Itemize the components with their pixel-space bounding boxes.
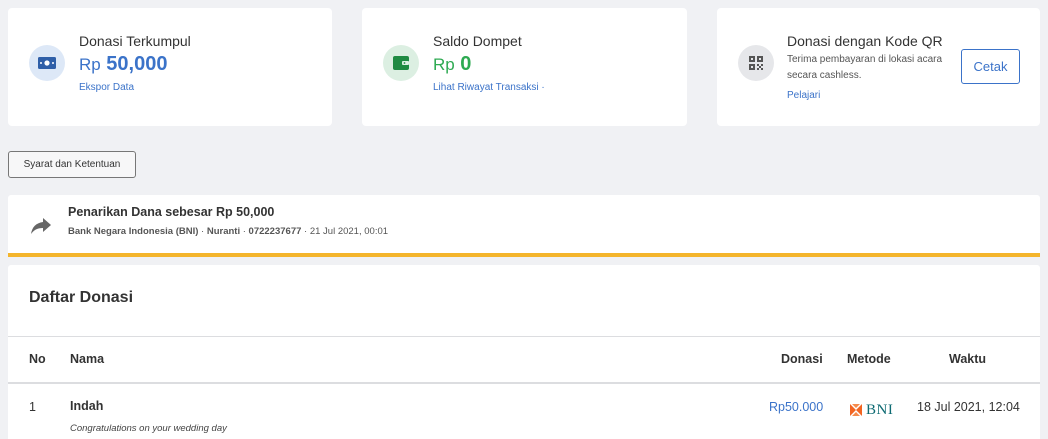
row-no: 1: [29, 400, 36, 414]
donasi-amount-value: 50,000: [106, 53, 168, 75]
withdrawal-date: 21 Jul 2021, 00:01: [309, 226, 389, 237]
withdrawal-meta: Bank Negara Indonesia (BNI) · Nuranti · …: [68, 226, 388, 237]
meta-separator: ·: [301, 226, 310, 237]
ekspor-data-link[interactable]: Ekspor Data: [79, 82, 134, 93]
header-divider: [8, 382, 1040, 384]
qr-code-icon: [738, 45, 774, 81]
row-amount: Rp50.000: [769, 400, 824, 414]
withdrawal-bank: Bank Negara Indonesia (BNI): [68, 226, 199, 237]
dashboard-page: Donasi Terkumpul Rp 50,000 Ekspor Data S…: [0, 0, 1048, 439]
donasi-terkumpul-title: Donasi Terkumpul: [79, 33, 191, 49]
saldo-currency: Rp: [433, 55, 455, 74]
daftar-donasi-panel: Daftar Donasi No Nama Donasi Metode Wakt…: [8, 265, 1040, 439]
row-method: BNI: [866, 401, 894, 418]
withdrawal-title: Penarikan Dana sebesar Rp 50,000: [68, 205, 275, 219]
cetak-button[interactable]: Cetak: [961, 49, 1020, 84]
row-message: Congratulations on your wedding day: [70, 423, 227, 434]
saldo-amount-value: 0: [460, 53, 472, 75]
withdrawal-account: 0722237677: [248, 226, 302, 237]
meta-separator: ·: [198, 226, 207, 237]
column-header-waktu: Waktu: [949, 352, 987, 366]
column-header-no: No: [29, 352, 46, 366]
daftar-donasi-title: Daftar Donasi: [29, 289, 134, 306]
saldo-dompet-title: Saldo Dompet: [433, 33, 522, 49]
money-icon: [29, 45, 65, 81]
syarat-ketentuan-button[interactable]: Syarat dan Ketentuan: [8, 151, 136, 178]
saldo-dompet-amount: Rp 0: [433, 53, 471, 76]
donasi-kode-qr-description: Terima pembayaran di lokasi acara secara…: [787, 54, 943, 81]
saldo-dompet-card: Saldo Dompet Rp 0 Lihat Riwayat Transaks…: [362, 8, 687, 126]
donasi-kode-qr-title: Donasi dengan Kode QR: [787, 33, 943, 49]
column-header-donasi: Donasi: [781, 352, 823, 366]
donasi-kode-qr-card: Donasi dengan Kode QR Terima pembayaran …: [717, 8, 1040, 126]
bni-logo: BNI: [849, 402, 893, 418]
divider: [8, 336, 1040, 337]
withdrawal-name: Nuranti: [206, 226, 241, 237]
share-arrow-icon: [30, 216, 52, 236]
wallet-icon: [383, 45, 419, 81]
bni-logo-mark-icon: [850, 404, 862, 416]
donasi-terkumpul-card: Donasi Terkumpul Rp 50,000 Ekspor Data: [8, 8, 332, 126]
withdrawal-notice: Penarikan Dana sebesar Rp 50,000 Bank Ne…: [8, 195, 1040, 257]
row-nama: Indah: [70, 399, 104, 413]
pelajari-link[interactable]: Pelajari: [787, 90, 820, 101]
lihat-riwayat-transaksi-link[interactable]: Lihat Riwayat Transaksi ·: [433, 82, 545, 93]
donasi-terkumpul-amount: Rp 50,000: [79, 53, 167, 76]
meta-separator: ·: [240, 226, 249, 237]
row-time: 18 Jul 2021, 12:04: [917, 400, 1020, 414]
column-header-metode: Metode: [847, 352, 891, 366]
column-header-nama: Nama: [70, 352, 105, 366]
donasi-currency: Rp: [79, 55, 101, 74]
